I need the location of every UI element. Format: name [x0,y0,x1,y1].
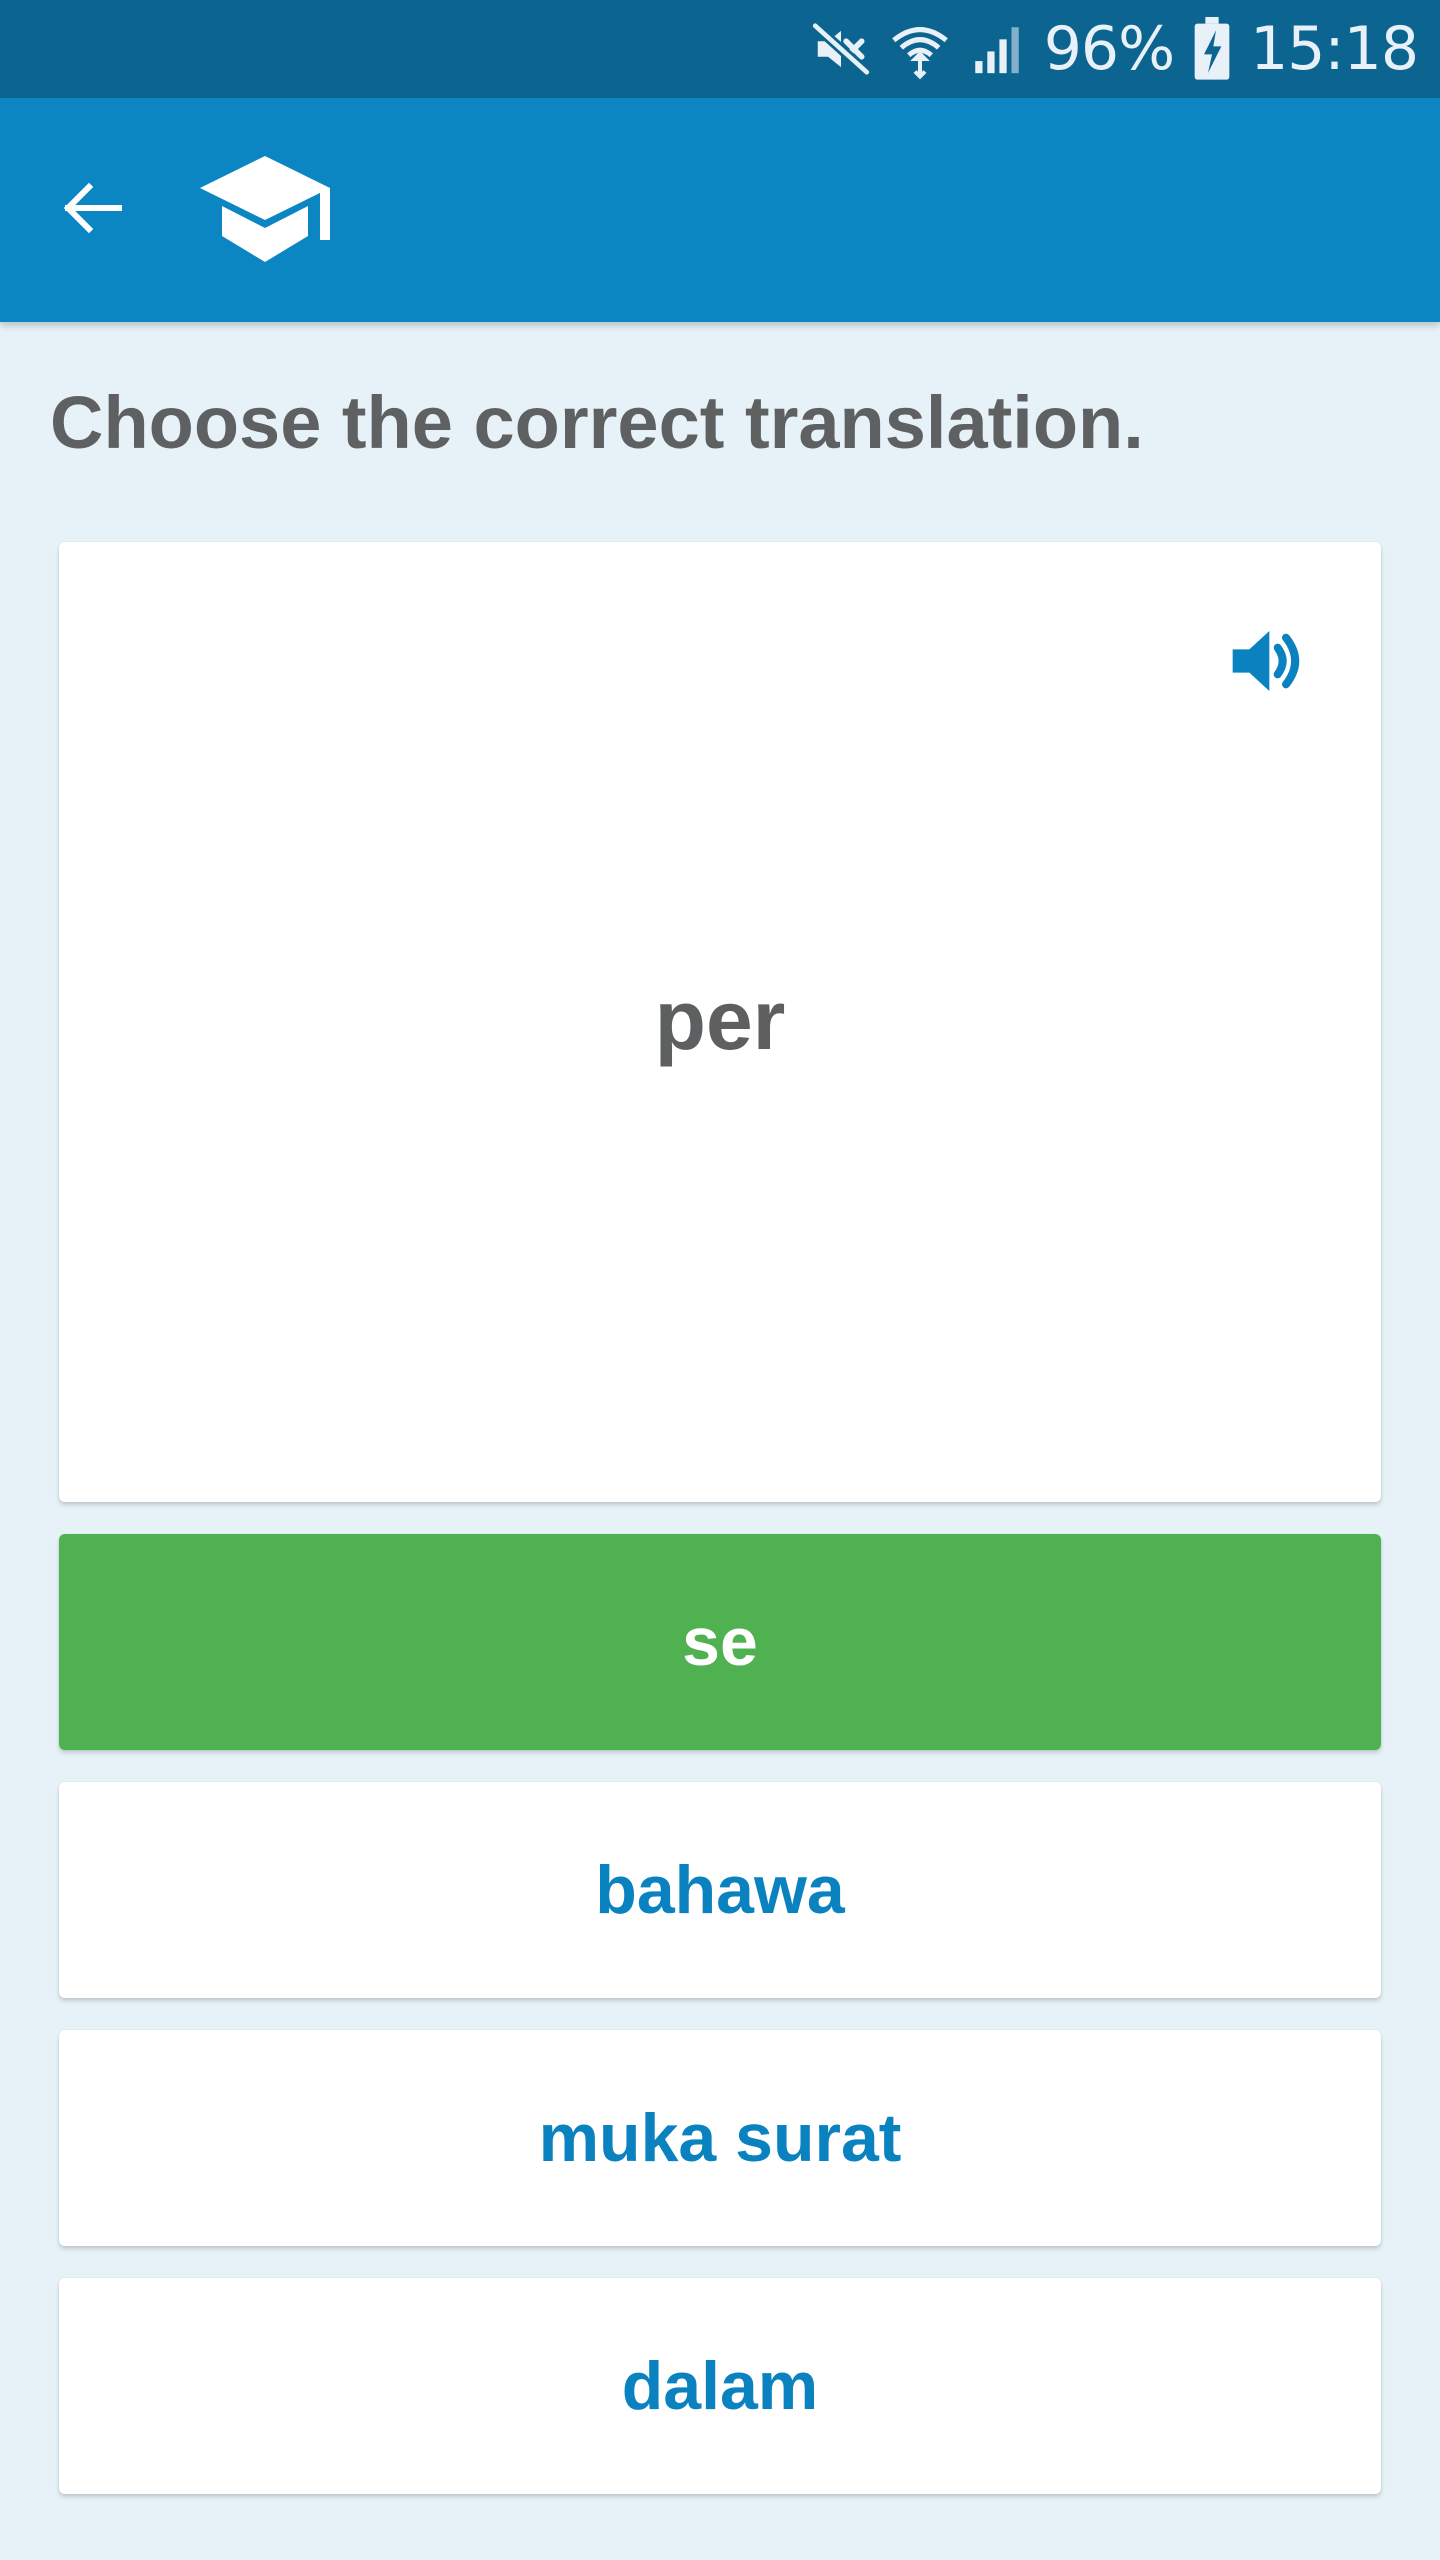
speaker-icon [1226,621,1306,706]
app-bar [0,98,1440,322]
instruction-text: Choose the correct translation. [50,381,1144,464]
answer-option-dalam[interactable]: dalam [59,2278,1381,2494]
word-card: per [59,542,1381,1502]
signal-icon [968,20,1026,78]
status-icons: 96% 15:18 [810,0,1419,98]
speaker-button[interactable] [1221,618,1311,708]
battery-percent: 96% [1043,14,1175,84]
graduation-cap-icon [196,150,334,270]
mute-icon [810,18,872,80]
status-bar: 96% 15:18 [0,0,1440,98]
clock: 15:18 [1250,14,1419,84]
answer-option-se[interactable]: se [59,1534,1381,1750]
back-button[interactable] [52,170,132,250]
arrow-left-icon [56,172,128,249]
answer-option-bahawa[interactable]: bahawa [59,1782,1381,1998]
battery-charging-icon [1192,17,1232,81]
quiz-word: per [654,973,786,1067]
answer-option-muka-surat[interactable]: muka surat [59,2030,1381,2246]
wifi-icon [890,18,950,80]
